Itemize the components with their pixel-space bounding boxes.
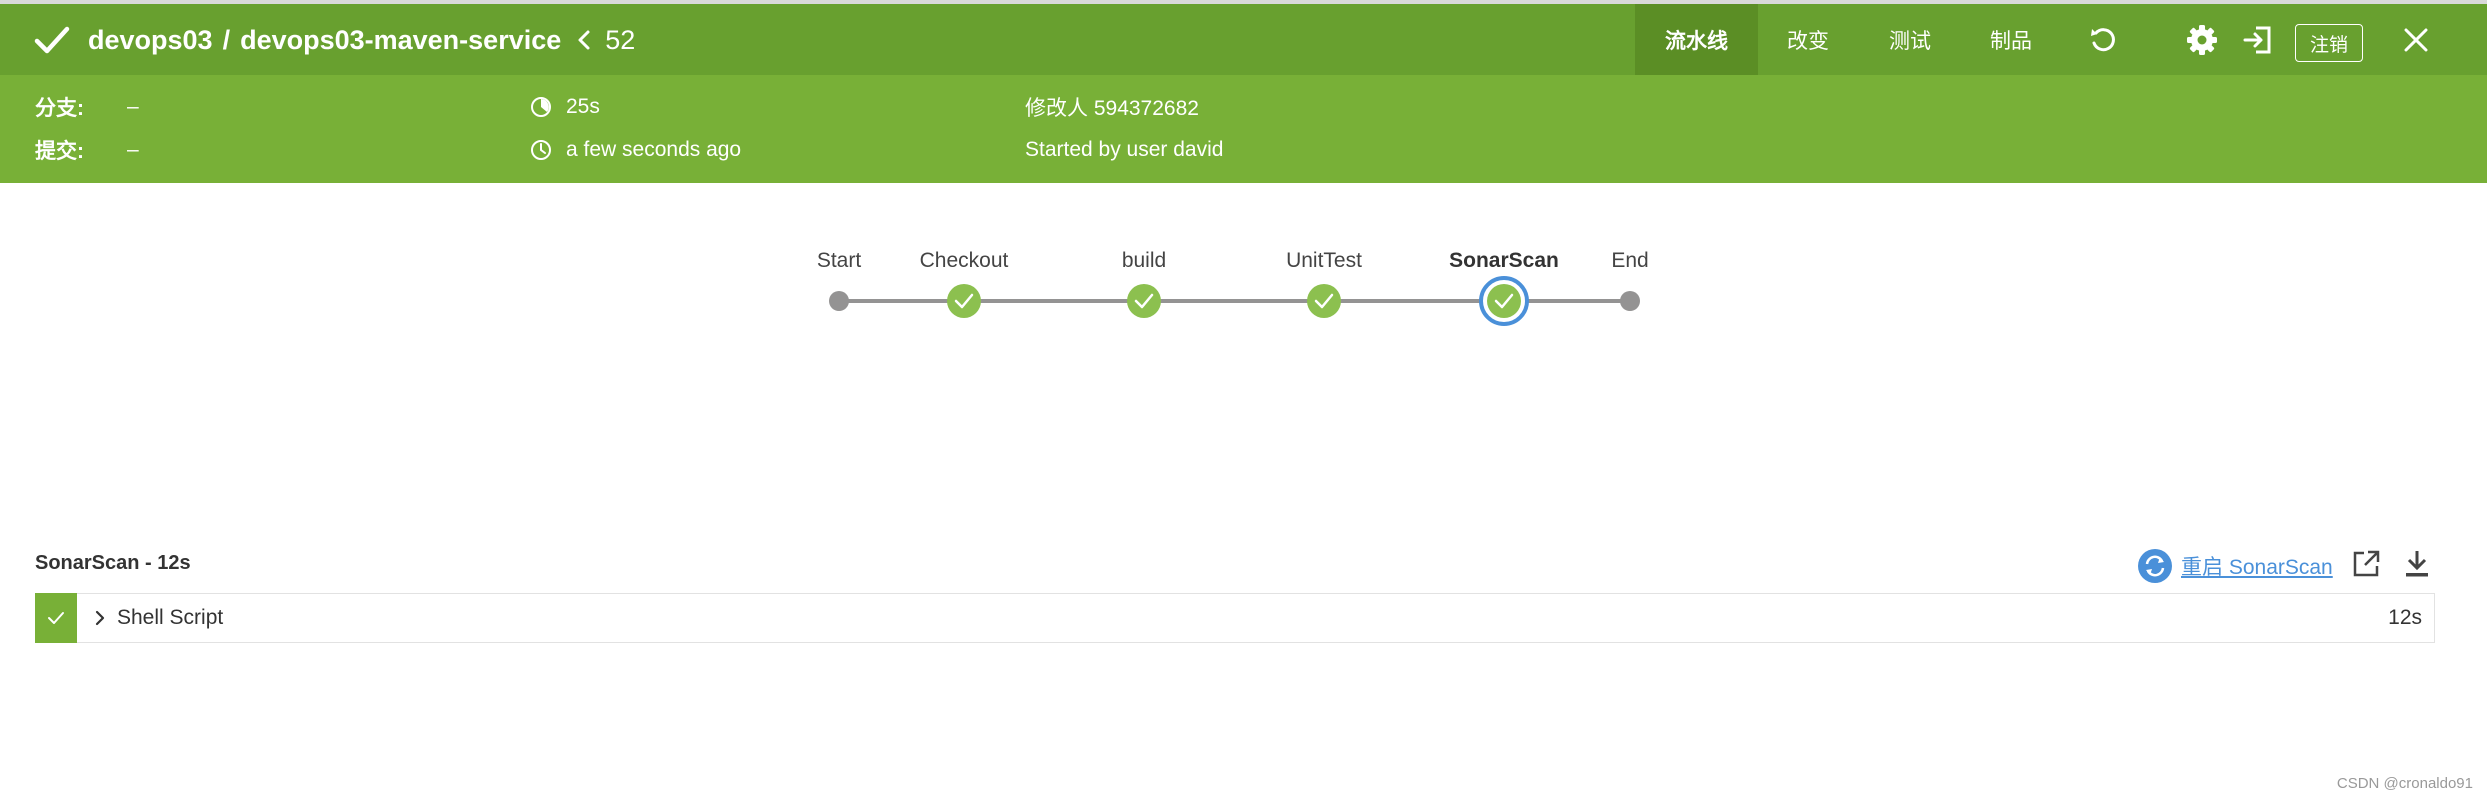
tab-tests[interactable]: 测试 [1858,4,1962,75]
run-number: 52 [605,24,636,55]
stage-label-build[interactable]: build [1122,249,1166,273]
pipeline-graph: Start Checkout build UnitTest SonarScan End [0,183,2487,343]
pipeline-graph-svg [829,276,1640,326]
stage-label-sonarscan[interactable]: SonarScan [1449,249,1559,273]
step-name[interactable]: Shell Script [117,606,223,630]
branch-value: – [127,95,139,118]
stage-node-unittest[interactable] [1307,284,1341,318]
duration-icon [531,97,551,117]
success-check-icon [48,611,64,624]
replay-icon[interactable] [2085,22,2121,58]
stage-node-end[interactable] [1620,291,1640,311]
org-link[interactable]: devops03 [88,25,213,56]
cause-info: Started by user david [1025,135,1223,165]
restart-icon[interactable] [2137,548,2173,584]
started-by: Started by user david [1025,138,1224,161]
stage-label-checkout[interactable]: Checkout [920,249,1009,273]
top-bar: devops03 / devops03-maven-service 52 流水线… [0,0,2487,75]
tab-pipeline[interactable]: 流水线 [1635,4,1758,75]
time-ago: a few seconds ago [566,138,742,161]
exit-icon[interactable] [2240,22,2276,58]
tab-changes[interactable]: 改变 [1758,4,1858,75]
commit-info: 提交: – [35,135,139,165]
chevron-right-icon[interactable] [93,609,107,627]
restart-stage-link[interactable]: 重启 SonarScan [2181,551,2333,581]
branch-label: 分支: [35,97,84,120]
gear-icon[interactable] [2184,22,2220,58]
step-row[interactable]: Shell Script 12s [35,592,2435,643]
stage-label-end[interactable]: End [1611,249,1648,273]
stage-detail-title: SonarScan - 12s [35,552,191,574]
run-title: devops03 / devops03-maven-service 52 [32,18,635,62]
stage-node-sonarscan[interactable] [1479,276,1529,326]
commit-label: 提交: [35,140,84,163]
duration-info: 25s [530,92,600,122]
step-status [35,592,77,643]
changes-by: 修改人 594372682 [1025,97,1199,120]
branch-info: 分支: – [35,92,139,122]
step-duration: 12s [2388,606,2422,629]
watermark: CSDN @cronaldo91 [2336,775,2473,792]
close-icon[interactable] [2398,22,2434,58]
duration-value: 25s [566,95,600,118]
download-icon[interactable] [2399,546,2435,582]
stage-node-checkout[interactable] [947,284,981,318]
chevron-left-icon[interactable] [575,29,593,51]
tab-artifacts[interactable]: 制品 [1962,4,2060,75]
commit-value: – [127,138,139,161]
run-tabs: 流水线 改变 测试 制品 [1635,4,2060,75]
project-link[interactable]: devops03-maven-service [240,25,561,56]
stage-label-unittest[interactable]: UnitTest [1286,249,1362,273]
stage-actions: 重启 SonarScan [2137,546,2333,586]
open-external-icon[interactable] [2348,546,2384,582]
run-info-bar: 分支: – 提交: – 25s a few seconds ago 修改人 59… [0,75,2487,183]
time-info: a few seconds ago [530,135,741,165]
logout-button[interactable]: 注销 [2295,24,2363,62]
breadcrumb-separator: / [222,24,231,55]
success-check-icon [34,26,70,54]
stage-label-start[interactable]: Start [817,249,861,273]
stage-node-start[interactable] [829,291,849,311]
changes-info: 修改人 594372682 [1025,92,1199,122]
clock-icon [531,140,551,160]
stage-node-build[interactable] [1127,284,1161,318]
